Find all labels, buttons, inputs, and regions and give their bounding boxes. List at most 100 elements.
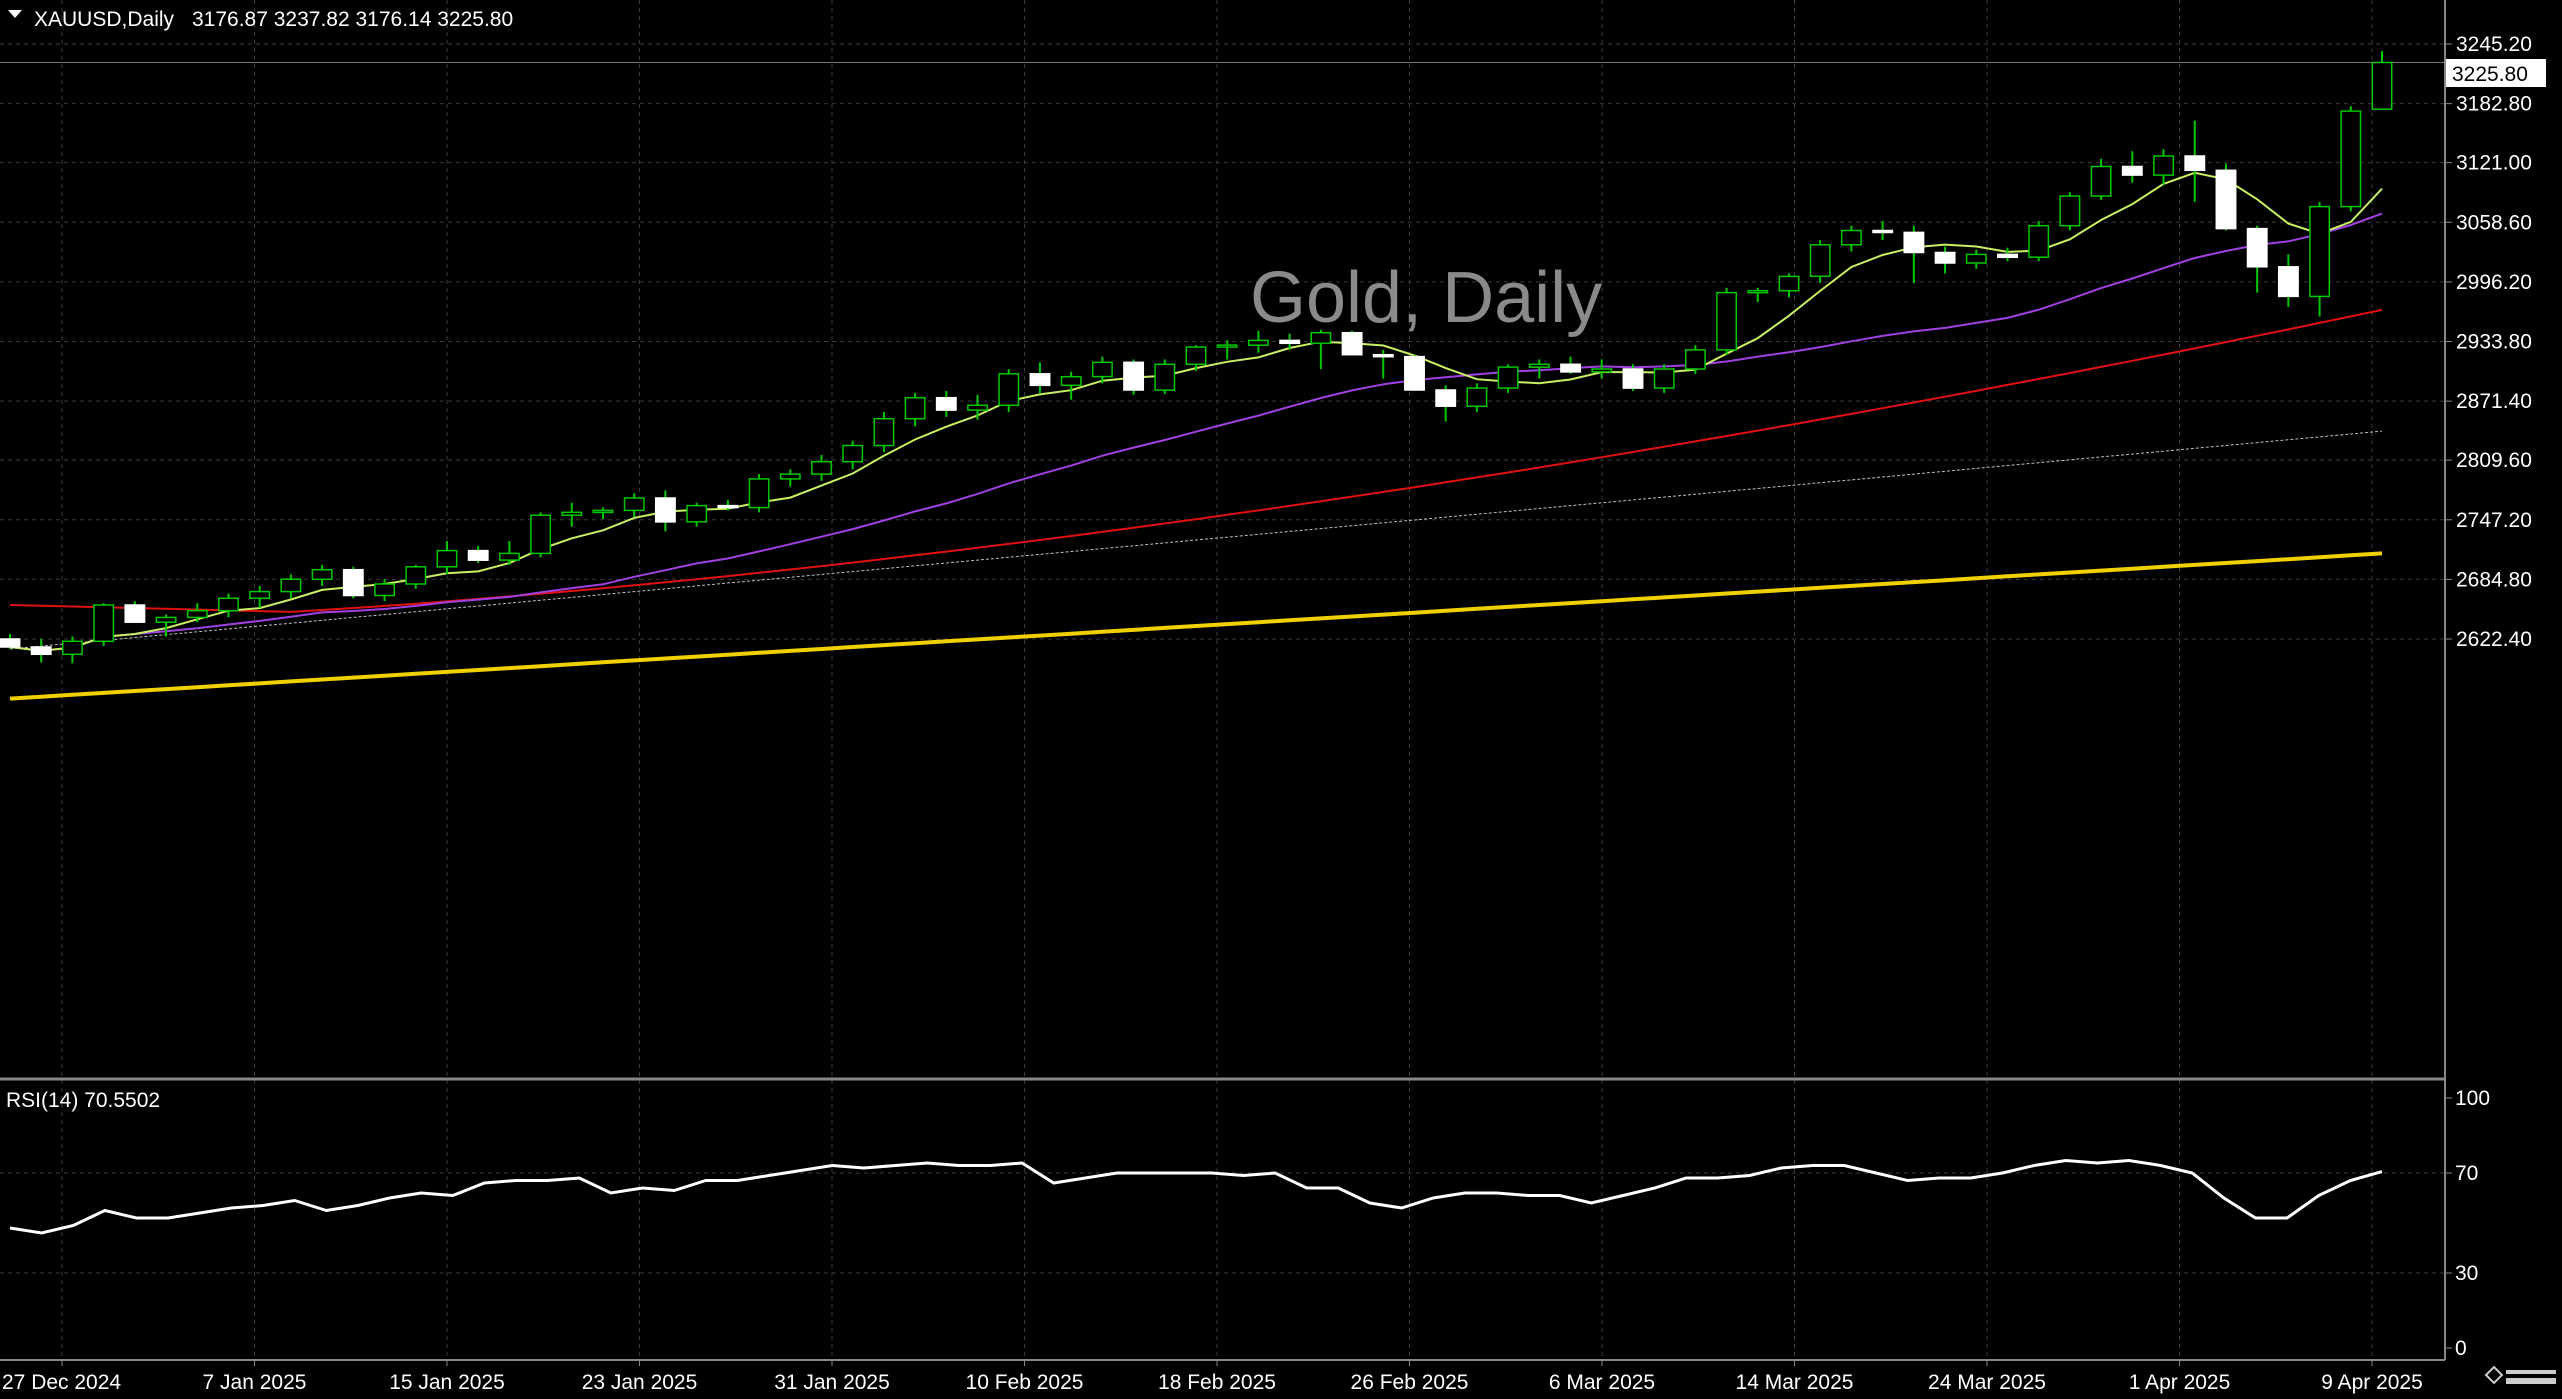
- price-tick-label: 2809.60: [2456, 449, 2532, 472]
- candle-body: [2340, 110, 2362, 208]
- candle-body: [61, 640, 83, 656]
- candle-body: [436, 549, 458, 568]
- candle-body: [1809, 244, 1831, 278]
- candle-body: [2277, 266, 2299, 298]
- candle-body: [1279, 339, 1301, 345]
- date-tick-label: 18 Feb 2025: [1158, 1371, 1276, 1394]
- candle-body: [2246, 227, 2268, 268]
- candle-body: [779, 473, 801, 480]
- candle-body: [842, 444, 864, 463]
- rsi-tick-label: 0: [2455, 1337, 2467, 1360]
- date-tick-label: 14 Mar 2025: [1736, 1371, 1854, 1394]
- candle-body: [280, 578, 302, 593]
- candle-body: [1123, 361, 1145, 391]
- candle-body: [1372, 353, 1394, 358]
- candle-body: [654, 497, 676, 523]
- candle-body: [1778, 275, 1800, 292]
- candle-body: [686, 504, 708, 523]
- rsi-tick-label: 100: [2455, 1087, 2490, 1110]
- date-tick-label: 23 Jan 2025: [582, 1371, 698, 1394]
- candle-body: [1872, 229, 1894, 234]
- date-tick-label: 6 Mar 2025: [1549, 1371, 1655, 1394]
- candle-body: [218, 597, 239, 612]
- candle-body: [249, 590, 271, 600]
- price-tick-label: 2684.80: [2456, 568, 2532, 591]
- candle-body: [1060, 375, 1082, 387]
- price-tick-label: 3058.60: [2456, 211, 2532, 234]
- candle-body: [904, 396, 926, 420]
- candle-body: [1934, 251, 1956, 264]
- candle-body: [1185, 346, 1207, 366]
- candle-body: [873, 417, 895, 447]
- candle-body: [1903, 231, 1925, 254]
- candle-body: [967, 404, 989, 411]
- rsi-tick-label: 70: [2455, 1162, 2478, 1185]
- price-tick-label: 2933.80: [2456, 331, 2532, 354]
- candle-body: [1528, 363, 1550, 368]
- candle-body: [311, 568, 333, 581]
- price-tick-label: 2747.20: [2456, 509, 2532, 532]
- candle-body: [1840, 229, 1862, 246]
- candle-body: [1247, 339, 1269, 346]
- candle-body: [1091, 361, 1113, 378]
- date-tick-label: 1 Apr 2025: [2129, 1371, 2231, 1394]
- candle-body: [467, 549, 489, 561]
- candle-body: [30, 646, 52, 656]
- date-tick-label: 10 Feb 2025: [966, 1371, 1084, 1394]
- rsi-label: RSI(14) 70.5502: [6, 1089, 160, 1112]
- candle-body: [2309, 205, 2331, 298]
- candle-body: [1684, 349, 1706, 370]
- candle-body: [0, 638, 21, 648]
- date-tick-label: 9 Apr 2025: [2321, 1371, 2423, 1394]
- candle-body: [1560, 363, 1582, 373]
- candle-body: [1653, 368, 1675, 389]
- candle-body: [93, 604, 115, 643]
- candle-body: [935, 396, 957, 411]
- price-tick-label: 3121.00: [2456, 152, 2532, 175]
- candle-body: [717, 504, 739, 509]
- price-tick-label: 3182.80: [2456, 93, 2532, 116]
- date-tick-label: 31 Jan 2025: [774, 1371, 890, 1394]
- price-tick-label: 2622.40: [2456, 628, 2532, 651]
- date-tick-label: 24 Mar 2025: [1928, 1371, 2046, 1394]
- date-tick-label: 27 Dec 2024: [2, 1371, 121, 1394]
- candle-body: [748, 478, 770, 509]
- candle-body: [1997, 253, 2018, 259]
- watermark-title: Gold, Daily: [1250, 258, 1602, 338]
- date-tick-label: 15 Jan 2025: [389, 1371, 505, 1394]
- candle-body: [498, 552, 520, 561]
- rsi-tick-label: 30: [2455, 1262, 2478, 1285]
- candle-body: [342, 568, 364, 597]
- candle-body: [1216, 344, 1238, 348]
- price-tick-label: 2996.20: [2456, 271, 2532, 294]
- candle-body: [2153, 155, 2175, 176]
- candle-body: [124, 604, 146, 623]
- candle-body: [1497, 366, 1519, 389]
- candle-body: [1965, 253, 1987, 264]
- candle-body: [2121, 165, 2143, 176]
- date-tick-label: 7 Jan 2025: [203, 1371, 307, 1394]
- candle-body: [186, 609, 208, 619]
- candle-body: [2059, 195, 2081, 227]
- candle-body: [374, 583, 396, 597]
- candle-body: [811, 460, 832, 475]
- candle-body: [2371, 61, 2393, 110]
- candle-body: [155, 616, 177, 623]
- candle-body: [1747, 289, 1769, 294]
- chart-background: [0, 0, 2562, 1399]
- candle-body: [1591, 368, 1613, 373]
- price-chart[interactable]: 3245.20 3182.80 3121.00 3058.60 2996.20 2933.…: [0, 0, 2562, 1399]
- candle-body: [2090, 165, 2112, 197]
- date-tick-label: 26 Feb 2025: [1351, 1371, 1469, 1394]
- candle-body: [2215, 169, 2237, 230]
- candle-body: [2028, 224, 2050, 258]
- candle-body: [1154, 363, 1176, 391]
- candle-body: [1404, 355, 1425, 391]
- candle-body: [998, 373, 1020, 407]
- candle-body: [405, 566, 427, 585]
- candle-body: [1466, 387, 1488, 408]
- candle-body: [1716, 291, 1738, 351]
- candle-body: [561, 511, 583, 516]
- price-tick-label: 2871.40: [2456, 390, 2532, 413]
- symbol-label: XAUUSD,Daily: [34, 8, 175, 31]
